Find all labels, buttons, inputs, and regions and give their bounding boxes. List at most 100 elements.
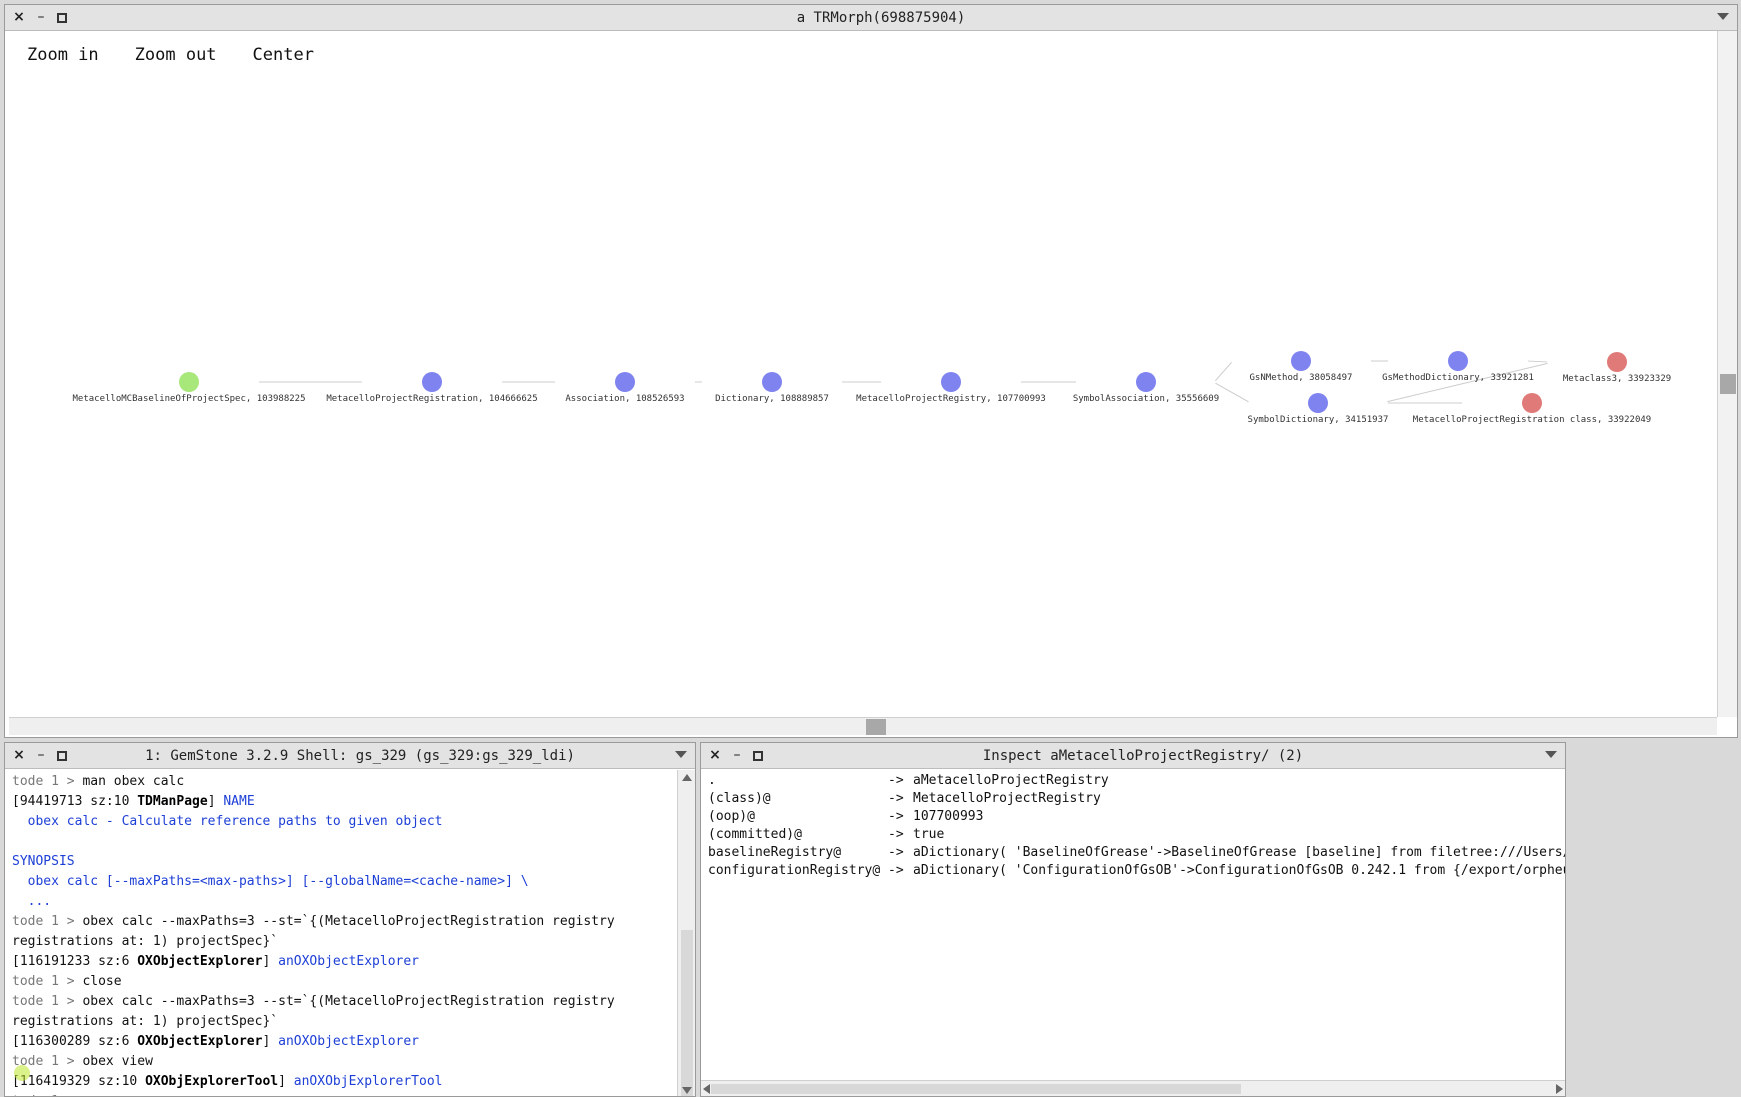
graph-edge <box>1214 362 1233 381</box>
node-circle[interactable] <box>1522 393 1542 413</box>
node-label: MetacelloProjectRegistry, 107700993 <box>856 394 1046 404</box>
vertical-scrollbar[interactable] <box>677 770 695 1096</box>
man-page-text: obex calc [--maxPaths=<max-paths>] [--gl… <box>12 874 529 889</box>
node-circle[interactable] <box>615 372 635 392</box>
close-icon[interactable]: × <box>13 748 25 762</box>
window-menu-icon[interactable] <box>1717 13 1729 20</box>
node-circle[interactable] <box>1291 351 1311 371</box>
scroll-right-icon[interactable] <box>1556 1084 1563 1094</box>
title-bar[interactable]: × – Inspect aMetacelloProjectRegistry/ (… <box>701 743 1565 769</box>
inspector-row[interactable]: (oop)@ -> 107700993 <box>708 808 1565 826</box>
window-title: a TRMorph(698875904) <box>796 10 966 26</box>
graph-node[interactable]: GsNMethod, 38058497 <box>1250 351 1353 383</box>
arrow-text: -> <box>888 791 904 806</box>
minimize-icon[interactable]: – <box>731 748 743 762</box>
field-name: . <box>708 773 716 788</box>
scroll-left-icon[interactable] <box>703 1084 710 1094</box>
node-circle[interactable] <box>1607 352 1627 372</box>
command-text: obex calc --maxPaths=3 --st=`{(Metacello… <box>82 994 615 1009</box>
node-circle[interactable] <box>762 372 782 392</box>
console-line: registrations at: 1) projectSpec}` <box>12 1012 677 1032</box>
minimize-icon[interactable]: – <box>35 748 47 762</box>
inspector-row[interactable]: (committed)@ -> true <box>708 826 1565 844</box>
inspector-row[interactable]: baselineRegistry@ -> aDictionary( 'Baselin… <box>708 844 1565 862</box>
window-title: 1: GemStone 3.2.9 Shell: gs_329 (gs_329:… <box>145 748 575 764</box>
node-label: Metaclass3, 33923329 <box>1563 374 1671 384</box>
console-line: tode 1 > obex calc --maxPaths=3 --st=`{(… <box>12 912 677 932</box>
node-circle[interactable] <box>941 372 961 392</box>
horizontal-scrollbar[interactable] <box>9 717 1717 735</box>
field-name: (committed)@ <box>708 827 802 842</box>
graph-node[interactable]: MetacelloProjectRegistration, 104666625 <box>326 372 538 404</box>
command-text: obex calc --maxPaths=3 --st=`{(Metacello… <box>82 914 615 929</box>
console-line: tode 1 > man obex calc <box>12 772 677 792</box>
shell-console[interactable]: tode 1 > man obex calc [94419713 sz:10 TD… <box>5 770 677 1096</box>
field-value: true <box>913 827 945 842</box>
title-bar[interactable]: × – 1: GemStone 3.2.9 Shell: gs_329 (gs_… <box>5 743 695 769</box>
scroll-up-icon[interactable] <box>682 774 692 781</box>
inspector-fields[interactable]: . -> aMetacelloProjectRegistry (class)@ -> Me… <box>701 770 1565 1080</box>
field-value: aMetacelloProjectRegistry <box>913 773 1109 788</box>
prompt-text: tode 1 > <box>12 914 83 929</box>
node-circle[interactable] <box>1448 351 1468 371</box>
arrow-text: -> <box>888 845 904 860</box>
class-name: OXObjectExplorer <box>137 1034 263 1049</box>
close-icon[interactable]: × <box>13 10 25 24</box>
console-line: [116191233 sz:6 OXObjectExplorer] anOXOb… <box>12 952 677 972</box>
prompt-text: tode 1 > <box>12 774 83 789</box>
field-value: aDictionary( 'ConfigurationOfGsOB'->Conf… <box>913 863 1565 878</box>
result-link: anOXObjectExplorer <box>278 1034 420 1049</box>
scroll-thumb[interactable] <box>866 719 886 735</box>
oop-text: [116300289 sz:6 <box>12 1034 138 1049</box>
scroll-thumb[interactable] <box>1720 374 1736 394</box>
graph-node[interactable]: MetacelloMCBaselineOfProjectSpec, 103988… <box>73 372 306 404</box>
minimize-icon[interactable]: – <box>35 10 47 24</box>
scroll-thumb[interactable] <box>711 1084 1241 1094</box>
console-line: SYNOPSIS <box>12 852 677 872</box>
console-line: tode 1 > obex view <box>12 1052 677 1072</box>
window-menu-icon[interactable] <box>1545 751 1557 758</box>
inspector-row[interactable]: . -> aMetacelloProjectRegistry <box>708 772 1565 790</box>
title-bar[interactable]: × – a TRMorph(698875904) <box>5 5 1737 31</box>
graph-node[interactable]: Dictionary, 108889857 <box>715 372 829 404</box>
graph-node[interactable]: Metaclass3, 33923329 <box>1563 352 1671 384</box>
vertical-scrollbar[interactable] <box>1717 31 1737 717</box>
horizontal-scrollbar[interactable] <box>701 1080 1565 1096</box>
node-circle[interactable] <box>179 372 199 392</box>
command-text: man obex calc <box>82 774 185 789</box>
console-line: registrations at: 1) projectSpec}` <box>12 932 677 952</box>
console-line: [116419329 sz:10 OXObjExplorerTool] anOX… <box>12 1072 677 1092</box>
close-icon[interactable]: × <box>709 748 721 762</box>
command-text: obex view <box>82 1054 153 1069</box>
reference-graph[interactable]: MetacelloMCBaselineOfProjectSpec, 103988… <box>5 31 1715 721</box>
scroll-down-icon[interactable] <box>682 1087 692 1094</box>
command-text: close <box>82 974 122 989</box>
arrow-text: -> <box>888 827 904 842</box>
graph-node[interactable]: MetacelloProjectRegistry, 107700993 <box>856 372 1046 404</box>
graph-edge <box>1215 382 1249 403</box>
graph-node[interactable]: MetacelloProjectRegistration class, 3392… <box>1413 393 1651 425</box>
node-label: MetacelloMCBaselineOfProjectSpec, 103988… <box>73 394 306 404</box>
field-value: 107700993 <box>913 809 984 824</box>
graph-node[interactable]: Association, 108526593 <box>565 372 685 404</box>
node-circle[interactable] <box>422 372 442 392</box>
graph-node[interactable]: SymbolDictionary, 34151937 <box>1248 393 1389 425</box>
node-circle[interactable] <box>1308 393 1328 413</box>
graph-node[interactable]: GsMethodDictionary, 33921281 <box>1382 351 1534 383</box>
inspector-row[interactable]: (class)@ -> MetacelloProjectRegistry <box>708 790 1565 808</box>
bracket-text: ] <box>278 1074 294 1089</box>
inspector-row[interactable]: configurationRegistry@ -> aDictionary( 'Co… <box>708 862 1565 880</box>
console-line: obex calc [--maxPaths=<max-paths>] [--gl… <box>12 872 677 892</box>
scroll-thumb[interactable] <box>681 930 693 1096</box>
bracket-text: ] <box>262 1034 279 1049</box>
man-page-text: ... <box>12 894 52 909</box>
node-circle[interactable] <box>1136 372 1156 392</box>
node-label: MetacelloProjectRegistration, 104666625 <box>326 394 537 404</box>
window-menu-icon[interactable] <box>675 751 687 758</box>
window-title: Inspect aMetacelloProjectRegistry/ (2) <box>982 748 1304 764</box>
node-label: MetacelloProjectRegistration class, 3392… <box>1413 415 1651 425</box>
graph-edge <box>1527 360 1548 363</box>
field-name: (class)@ <box>708 791 771 806</box>
graph-node[interactable]: SymbolAssociation, 35556609 <box>1073 372 1219 404</box>
node-label: GsNMethod, 38058497 <box>1250 373 1353 383</box>
